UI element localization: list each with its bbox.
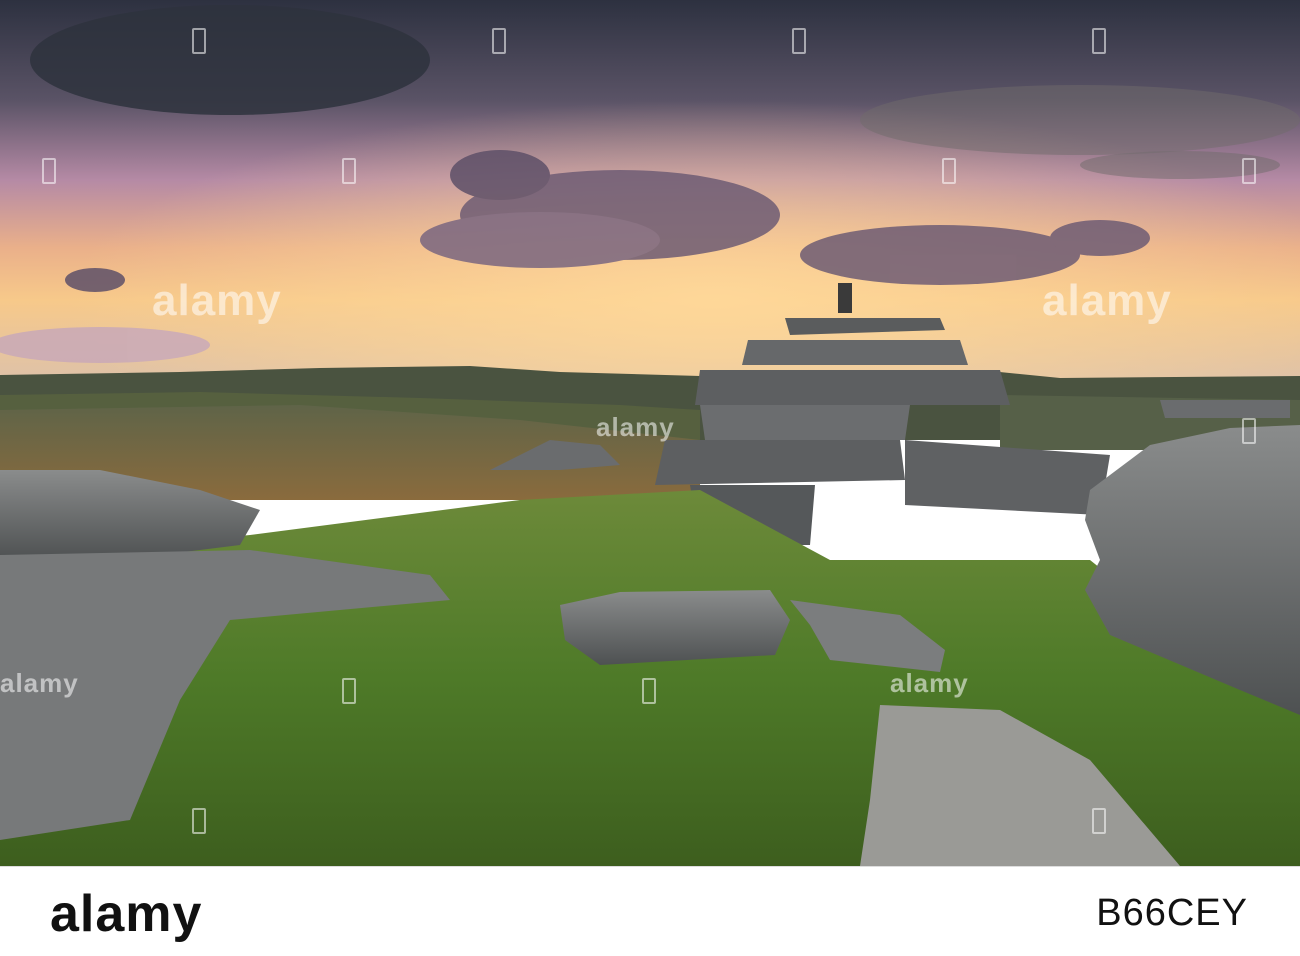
- watermark-mark: [1092, 28, 1106, 54]
- landscape-photo: alamy alamy alamy alamy alamy: [0, 0, 1300, 866]
- watermark-mark: [492, 28, 506, 54]
- watermark-mark: [1242, 158, 1256, 184]
- watermark-mark: [192, 28, 206, 54]
- watermark-mark: [642, 678, 656, 704]
- stock-photo-frame: alamy alamy alamy alamy alamy alamy B66C…: [0, 0, 1300, 956]
- watermark-mark: [192, 808, 206, 834]
- central-boulder: [560, 590, 790, 665]
- watermark-mark: [1092, 808, 1106, 834]
- watermark-mark: [1242, 418, 1256, 444]
- watermark-text: alamy: [1042, 276, 1172, 325]
- watermark-text: alamy: [596, 412, 675, 442]
- watermark-mark: [342, 158, 356, 184]
- watermark-text: alamy: [152, 276, 282, 325]
- image-id: B66CEY: [1096, 892, 1248, 934]
- alamy-logo: alamy: [50, 885, 203, 943]
- stock-footer: alamy B66CEY: [0, 866, 1300, 956]
- watermark-mark: [792, 28, 806, 54]
- watermark-mark: [942, 158, 956, 184]
- watermark-text: alamy: [0, 668, 79, 698]
- watermark-mark: [342, 678, 356, 704]
- watermark-mark: [42, 158, 56, 184]
- watermark-text: alamy: [890, 668, 969, 698]
